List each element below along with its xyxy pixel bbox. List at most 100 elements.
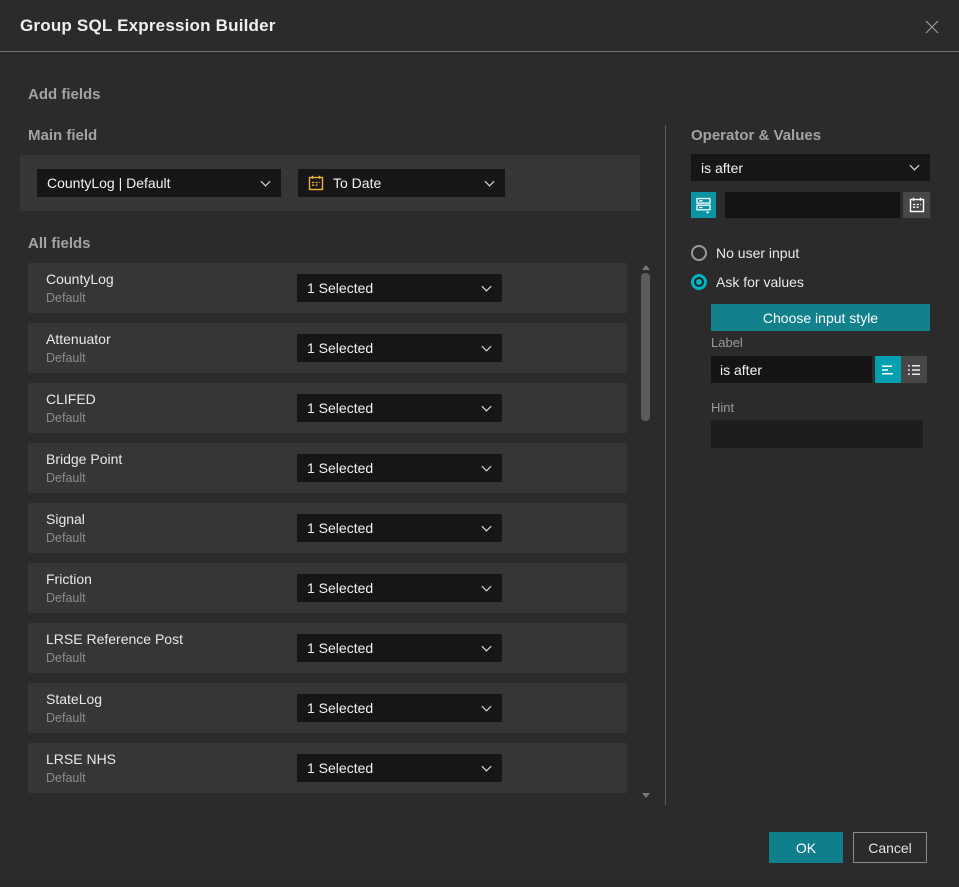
hint-caption: Hint [711,400,735,415]
stacked-values-icon [695,196,712,214]
chevron-down-icon [481,585,492,592]
close-button[interactable] [919,14,945,40]
all-fields-heading: All fields [28,235,91,252]
field-selection-value: 1 Selected [307,700,374,716]
main-field-heading: Main field [28,127,98,144]
field-name: LRSE Reference Post [46,631,183,647]
chevron-down-icon [481,765,492,772]
bulleted-list-icon [906,362,922,378]
field-selection-value: 1 Selected [307,760,374,776]
field-subtitle: Default [46,351,86,365]
chevron-down-icon [481,525,492,532]
chevron-down-icon [909,164,920,171]
field-row: Bridge Point Default 1 Selected [28,443,627,493]
operator-select[interactable]: is after [691,154,930,181]
field-subtitle: Default [46,531,86,545]
field-selection-select[interactable]: 1 Selected [297,394,502,422]
main-field-panel: CountyLog | Default To Date [20,155,640,211]
list-style-button[interactable] [901,356,927,383]
choose-input-style-button[interactable]: Choose input style [711,304,930,331]
field-selection-select[interactable]: 1 Selected [297,514,502,542]
field-name: Attenuator [46,331,111,347]
calendar-icon [909,197,925,213]
field-selection-value: 1 Selected [307,640,374,656]
close-icon [923,18,941,36]
field-row: LRSE Reference Post Default 1 Selected [28,623,627,673]
date-picker-button[interactable] [903,192,930,218]
field-name: Bridge Point [46,451,123,467]
list-scrollbar[interactable] [641,263,651,800]
field-name: Friction [46,571,92,587]
chevron-down-icon [484,180,495,187]
field-selection-value: 1 Selected [307,460,374,476]
field-selection-value: 1 Selected [307,400,374,416]
single-line-style-button[interactable] [875,356,901,383]
group-sql-expression-builder-dialog: Group SQL Expression Builder Add fields … [0,0,959,887]
chevron-down-icon [481,285,492,292]
field-selection-select[interactable]: 1 Selected [297,274,502,302]
field-selection-select[interactable]: 1 Selected [297,634,502,662]
field-selection-value: 1 Selected [307,280,374,296]
scrollbar-thumb[interactable] [641,273,650,421]
main-field-select[interactable]: CountyLog | Default [37,169,281,197]
field-subtitle: Default [46,471,86,485]
set-from-values-button[interactable] [691,192,716,218]
cancel-button[interactable]: Cancel [853,832,927,863]
chevron-down-icon [481,465,492,472]
field-name: StateLog [46,691,103,707]
field-subtitle: Default [46,411,86,425]
hint-input[interactable] [711,420,923,448]
field-row: CountyLog Default 1 Selected [28,263,627,313]
radio-no-user-input-label: No user input [716,245,800,261]
field-row: StateLog Default 1 Selected [28,683,627,733]
operator-select-value: is after [701,159,744,176]
chevron-down-icon [481,405,492,412]
radio-ask-for-values-label: Ask for values [716,274,804,290]
calendar-icon [308,175,324,191]
field-name: CountyLog [46,271,114,287]
field-subtitle: Default [46,711,86,725]
ok-button[interactable]: OK [769,832,843,863]
field-row: Signal Default 1 Selected [28,503,627,553]
chevron-down-icon [481,645,492,652]
field-subtitle: Default [46,591,86,605]
chevron-down-icon [481,705,492,712]
field-subtitle: Default [46,291,86,305]
field-name: Signal [46,511,85,527]
dialog-title: Group SQL Expression Builder [20,15,276,35]
scroll-down-icon[interactable] [642,793,650,798]
field-row: Attenuator Default 1 Selected [28,323,627,373]
operator-values-heading: Operator & Values [691,127,822,144]
field-name: LRSE NHS [46,751,117,767]
radio-ask-for-values[interactable]: Ask for values [691,274,804,290]
field-row: LRSE NHS Default 1 Selected [28,743,627,793]
field-row: CLIFED Default 1 Selected [28,383,627,433]
radio-on-icon [691,274,707,290]
add-fields-heading: Add fields [28,86,101,103]
radio-off-icon [691,245,707,261]
field-selection-select[interactable]: 1 Selected [297,454,502,482]
panel-divider [665,125,666,805]
field-row: Friction Default 1 Selected [28,563,627,613]
operator-value-input[interactable] [725,192,900,218]
align-left-icon [880,362,896,378]
field-selection-value: 1 Selected [307,520,374,536]
label-input[interactable] [711,356,872,383]
main-field-select-value: CountyLog | Default [47,175,171,191]
field-selection-select[interactable]: 1 Selected [297,694,502,722]
field-selection-select[interactable]: 1 Selected [297,334,502,362]
chevron-down-icon [481,345,492,352]
field-subtitle: Default [46,651,86,665]
chevron-down-icon [260,180,271,187]
date-field-select-value: To Date [333,175,382,191]
field-selection-value: 1 Selected [307,340,374,356]
field-selection-select[interactable]: 1 Selected [297,754,502,782]
field-selection-value: 1 Selected [307,580,374,596]
field-selection-select[interactable]: 1 Selected [297,574,502,602]
radio-no-user-input[interactable]: No user input [691,245,799,261]
date-field-select[interactable]: To Date [298,169,505,197]
dialog-titlebar: Group SQL Expression Builder [0,0,959,52]
scroll-up-icon[interactable] [642,265,650,270]
field-name: CLIFED [46,391,96,407]
label-caption: Label [711,335,743,350]
